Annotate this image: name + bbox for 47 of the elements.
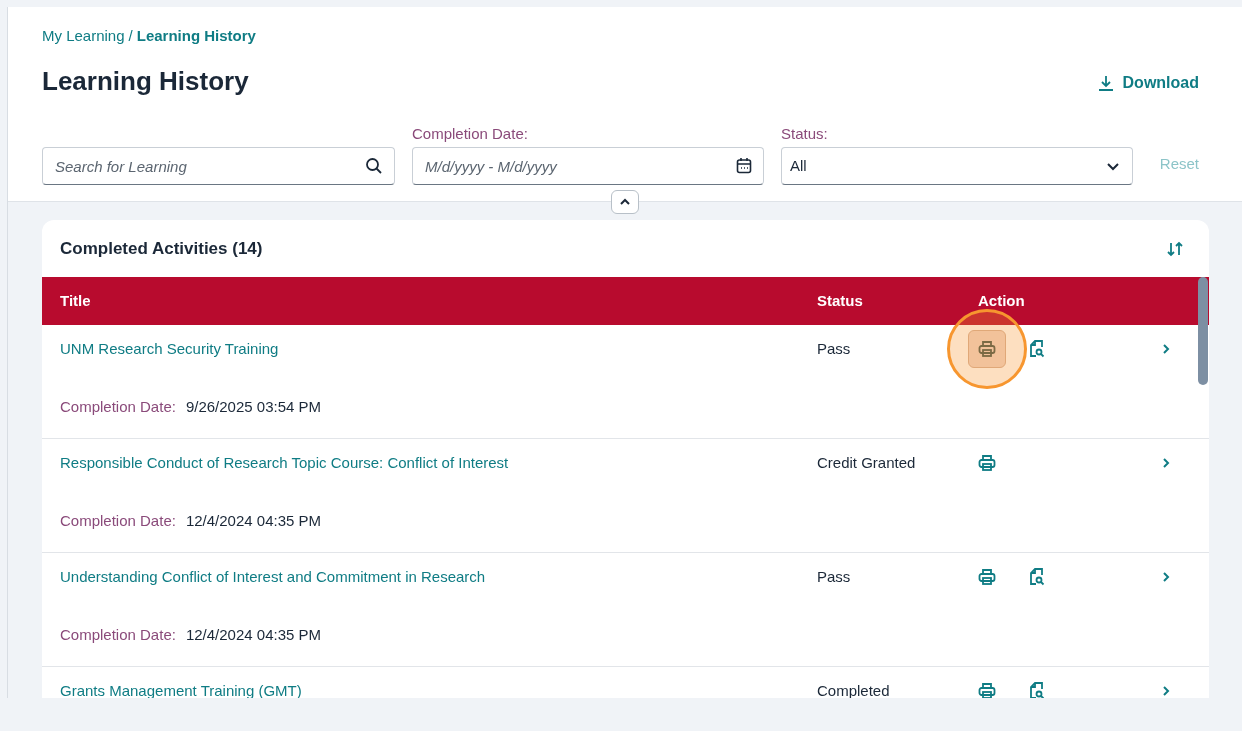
print-icon (978, 340, 996, 358)
date-label: Completion Date: (60, 511, 176, 531)
column-header: Status (817, 290, 864, 311)
sort-icon (1166, 240, 1184, 257)
search-icon (365, 157, 383, 175)
status-text: Credit Granted (817, 452, 917, 473)
chevron-up-icon (619, 198, 631, 206)
print-button[interactable] (968, 330, 1006, 368)
document-search-icon (1028, 682, 1046, 698)
status-text: Pass (817, 566, 852, 587)
chevron-right-icon (1162, 571, 1170, 583)
column-header: Title (60, 290, 92, 311)
collapse-button[interactable] (611, 190, 639, 214)
activity-title-link[interactable]: Responsible Conduct of Research Topic Course: Conflict of Interest (60, 451, 817, 475)
download-icon (1096, 74, 1115, 92)
breadcrumb-link[interactable]: Learning History (136, 25, 256, 48)
date-label: Completion Date: (60, 625, 176, 645)
card-title: Completed Activities (14) (60, 237, 263, 260)
activity-title-link[interactable]: Understanding Conflict of Interest and Commitment in Research (60, 565, 817, 589)
breadcrumb-separator: / (128, 26, 133, 46)
column-header: Action (978, 290, 1026, 311)
status-text: Pass (817, 338, 852, 359)
download-button[interactable]: Download (1096, 71, 1199, 95)
status-dropdown[interactable]: All (781, 147, 1133, 185)
print-icon (978, 568, 996, 586)
completion-date: 12/4/2024 04:35 PM (185, 511, 321, 531)
calendar-icon (736, 157, 752, 174)
activity-title-link[interactable]: Grants Management Training (GMT) (60, 679, 817, 698)
print-icon (978, 682, 996, 698)
field-label: Completion Date: (412, 123, 529, 144)
print-icon (978, 454, 996, 472)
chevron-right-icon (1162, 457, 1170, 469)
activity-title-link[interactable]: UNM Research Security Training (60, 337, 817, 361)
document-search-icon (1028, 568, 1046, 586)
page-title: Learning History (42, 64, 249, 98)
chevron-right-icon (1162, 343, 1170, 355)
field-label: Status: (781, 123, 829, 144)
status-text: Completed (817, 680, 891, 698)
document-search-icon (1028, 340, 1046, 358)
chevron-down-icon (1106, 161, 1120, 171)
search-field[interactable]: Search for Learning (42, 147, 395, 185)
date-range-field[interactable]: M/d/yyyy - M/d/yyyy (412, 147, 764, 185)
date-label: Completion Date: (60, 397, 176, 417)
chevron-right-icon (1162, 685, 1170, 697)
breadcrumb-link[interactable]: My Learning (42, 25, 125, 48)
completion-date: 12/4/2024 04:35 PM (185, 625, 321, 645)
completion-date: 9/26/2025 03:54 PM (185, 397, 321, 417)
